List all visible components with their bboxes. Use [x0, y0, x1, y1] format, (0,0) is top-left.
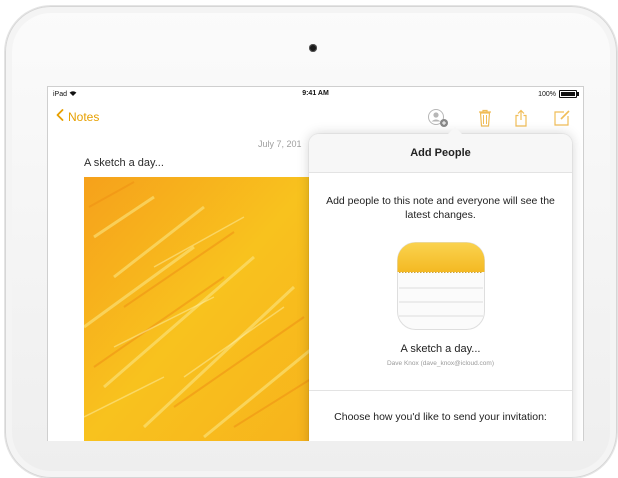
add-people-popover: Add People Add people to this note and e…: [309, 127, 572, 441]
battery-fill: [561, 92, 575, 96]
owner-label: Dave Knox (dave_knox@icloud.com): [386, 360, 495, 367]
note-date: July 7, 201: [258, 139, 302, 149]
front-camera: [309, 44, 317, 52]
navigation-bar: Notes: [48, 105, 583, 133]
popover-arrow: [447, 127, 463, 135]
battery-icon: [559, 90, 579, 98]
chevron-left-icon: [56, 109, 68, 124]
choose-invite-method: Choose how you'd like to send your invit…: [334, 411, 547, 423]
status-bar: iPad 9:41 AM 100%: [48, 87, 583, 101]
notepad-icon: [397, 242, 485, 335]
battery-percent: 100%: [538, 90, 556, 98]
back-button[interactable]: Notes: [56, 109, 99, 124]
status-right: 100%: [538, 90, 579, 98]
sketch-drawing[interactable]: [83, 177, 315, 441]
screen: iPad 9:41 AM 100% Notes July 7, 201 A sk…: [47, 86, 584, 441]
back-label: Notes: [68, 109, 100, 124]
shared-note-title: A sketch a day...: [400, 343, 481, 355]
status-time: 9:41 AM: [302, 90, 329, 97]
compose-icon[interactable]: [553, 109, 571, 132]
popover-title: Add People: [309, 134, 572, 173]
divider: [309, 390, 572, 391]
note-title: A sketch a day...: [84, 157, 164, 169]
trash-icon[interactable]: [478, 109, 492, 132]
popover-description: Add people to this note and everyone wil…: [326, 195, 555, 221]
share-icon[interactable]: [514, 109, 528, 132]
